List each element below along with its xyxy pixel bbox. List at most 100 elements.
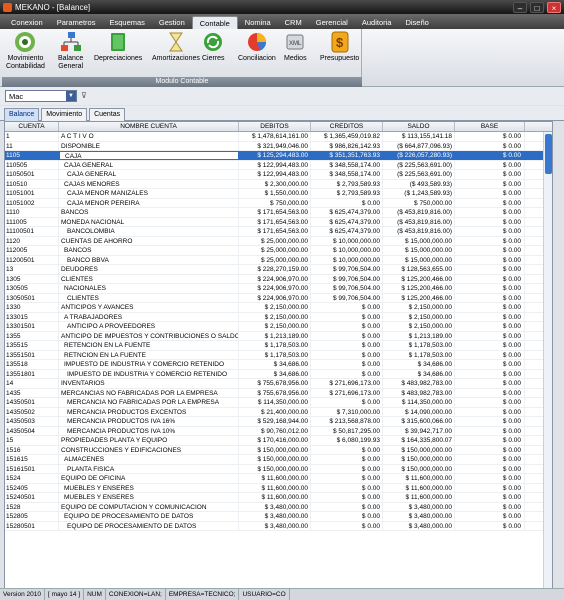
- table-cell: $ 1,550,000.00: [239, 189, 311, 198]
- table-row[interactable]: 13050501 CLIENTES $ 224,906,970.00 $ 99,706…: [5, 293, 552, 303]
- ribbon-button-depreciaciones[interactable]: Depreciaciones: [94, 31, 142, 63]
- table-row[interactable]: 135518 IMPUESTO DE INDUSTRIA Y COMERCIO R…: [5, 360, 552, 370]
- table-cell: CLIENTES: [59, 274, 239, 283]
- menu-auditoria[interactable]: Auditoria: [355, 16, 399, 29]
- table-cell: $ 271,696,173.00: [311, 388, 383, 397]
- table-cell: 14350504: [5, 426, 59, 435]
- grid-header-cuenta[interactable]: CUENTA: [5, 122, 59, 131]
- grid-header-nombre-cuenta[interactable]: NOMBRE CUENTA: [59, 122, 239, 131]
- filter-icon[interactable]: ⊽: [81, 91, 87, 100]
- book-icon: [107, 31, 129, 53]
- table-row[interactable]: 111005 MONEDA NACIONAL $ 171,654,563.00 $ 6…: [5, 217, 552, 227]
- menu-nomina[interactable]: Nomina: [238, 16, 278, 29]
- table-row[interactable]: 14 INVENTARIOS $ 755,678,956.00 $ 271,696,1…: [5, 379, 552, 389]
- table-row[interactable]: 15240501 MUEBLES Y ENSERES $ 11,600,000.00…: [5, 493, 552, 503]
- table-cell: 11051002: [5, 198, 59, 207]
- table-row[interactable]: 15161501 PLANTA FISICA $ 150,000,000.00 $ 0…: [5, 464, 552, 474]
- table-cell: $ 348,558,174.00: [311, 170, 383, 179]
- tab-cuentas[interactable]: Cuentas: [89, 108, 126, 121]
- table-row[interactable]: 11050501 CAJA GENERAL $ 122,994,483.00 $ 34…: [5, 170, 552, 180]
- table-cell: 110505: [5, 160, 59, 169]
- menu-crm[interactable]: CRM: [278, 16, 309, 29]
- table-row[interactable]: 1A C T I V O $ 1,478,614,161.00 $ 1,365,45…: [5, 132, 552, 142]
- table-cell: 14350501: [5, 398, 59, 407]
- table-row[interactable]: 13551501 RETNCION EN LA FUENTE $ 1,178,503…: [5, 350, 552, 360]
- table-row[interactable]: 1524 EQUIPO DE OFICINA $ 11,600,000.00 $ 0.…: [5, 474, 552, 484]
- minimize-button[interactable]: –: [513, 1, 527, 13]
- menu-gestion[interactable]: Gestion: [152, 16, 192, 29]
- table-cell: 112005: [5, 246, 59, 255]
- table-row[interactable]: 11051001 CAJA MENOR MANIZALES $ 1,550,000.…: [5, 189, 552, 199]
- menu-parametros[interactable]: Parametros: [50, 16, 103, 29]
- org-chart-icon: [60, 31, 82, 53]
- tab-movimiento[interactable]: Movimiento: [41, 108, 88, 121]
- ribbon-button-balance[interactable]: Balance General: [58, 31, 83, 71]
- menu-diseno[interactable]: Diseño: [398, 16, 435, 29]
- menu-gerencial[interactable]: Gerencial: [309, 16, 355, 29]
- filter-combo[interactable]: Mac ▼: [5, 90, 77, 102]
- menu-conexion[interactable]: Conexion: [4, 16, 50, 29]
- table-row[interactable]: 11100501 BANCOLOMBIA $ 171,654,563.00 $ 625…: [5, 227, 552, 237]
- table-row[interactable]: 13 DEUDORES $ 228,270,159.00 $ 99,706,504.0…: [5, 265, 552, 275]
- table-row[interactable]: 133015 A TRABAJADORES $ 2,150,000.00 $ 0.00…: [5, 312, 552, 322]
- close-button[interactable]: ×: [547, 1, 561, 13]
- table-cell: MONEDA NACIONAL: [59, 217, 239, 226]
- balance-grid[interactable]: CUENTA NOMBRE CUENTA DEBITOS CREDITOS SALDO B…: [4, 121, 553, 589]
- vertical-scrollbar[interactable]: [543, 132, 552, 588]
- table-row[interactable]: 112005 BANCOS $ 25,000,000.00 $ 10,000,000.…: [5, 246, 552, 256]
- table-row[interactable]: 1435 MERCANCIAS NO FABRICADAS POR LA EMPR…: [5, 388, 552, 398]
- table-cell: $ 625,474,379.00: [311, 208, 383, 217]
- ribbon-button-medios[interactable]: XML Medios: [284, 31, 307, 63]
- table-row[interactable]: 1105 CAJA $ 125,294,483.00 $ 351,351,763.93…: [5, 151, 552, 161]
- table-row[interactable]: 135515 RETENCION EN LA FUENTE $ 1,178,503.…: [5, 341, 552, 351]
- table-cell: 15240501: [5, 493, 59, 502]
- table-row[interactable]: 11051002 CAJA MENOR PEREIRA $ 750,000.00 $ …: [5, 198, 552, 208]
- grid-header-saldo[interactable]: SALDO: [383, 122, 455, 131]
- table-cell: IMPUESTO DE INDUSTRIA Y COMERCIO RETENID…: [59, 360, 239, 369]
- ribbon-button-movimiento[interactable]: Movimiento Contabilidad: [6, 31, 45, 71]
- table-row[interactable]: 152405 MUEBLES Y ENSERES $ 11,600,000.00 $ …: [5, 483, 552, 493]
- menu-esquemas[interactable]: Esquemas: [102, 16, 151, 29]
- grid-header-base[interactable]: BASE: [455, 122, 525, 131]
- table-row[interactable]: 151615 ALMACENES $ 150,000,000.00 $ 0.00 $ 1…: [5, 455, 552, 465]
- table-row[interactable]: 13551801 IMPUESTO DE INDUSTRIA Y COMERCIO…: [5, 369, 552, 379]
- ribbon-button-cierres[interactable]: Cierres: [202, 31, 225, 63]
- table-row[interactable]: 15280501 EQUIPO DE PROCESAMIENTO DE DATOS…: [5, 521, 552, 531]
- table-row[interactable]: 1355 ANTICIPO DE IMPUESTOS Y CONTRIBUCION…: [5, 331, 552, 341]
- ribbon-button-conciliacion[interactable]: Conciliacion: [238, 31, 276, 63]
- ribbon-button-amortizaciones[interactable]: Amortizaciones: [152, 31, 200, 63]
- tab-balance[interactable]: Balance: [4, 108, 40, 121]
- maximize-button[interactable]: □: [530, 1, 544, 13]
- dropdown-arrow-icon[interactable]: ▼: [66, 91, 76, 101]
- menu-contable[interactable]: Contable: [191, 16, 238, 29]
- table-row[interactable]: 1330 ANTICIPOS Y AVANCES $ 2,150,000.00 $ 0…: [5, 303, 552, 313]
- table-row[interactable]: 14350504 MERCANCIA PRODUCTOS IVA 10% $ 90,…: [5, 426, 552, 436]
- table-row[interactable]: 1120 CUENTAS DE AHORRO $ 25,000,000.00 $ 10…: [5, 236, 552, 246]
- table-cell: $ 1,478,614,161.00: [239, 132, 311, 141]
- table-row[interactable]: 14350501 MERCANCIA NO FABRICADAS POR LA E…: [5, 398, 552, 408]
- grid-header-creditos[interactable]: CREDITOS: [311, 122, 383, 131]
- table-row[interactable]: 110505 CAJA GENERAL $ 122,994,483.00 $ 348,…: [5, 160, 552, 170]
- table-row[interactable]: 13301501 ANTICIPO A PROVEEDORES $ 2,150,00…: [5, 322, 552, 332]
- table-row[interactable]: 15 PROPIEDADES PLANTA Y EQUIPO $ 170,416,0…: [5, 436, 552, 446]
- table-row[interactable]: 14350502 MERCANCIA PRODUCTOS EXCENTOS $ 21…: [5, 407, 552, 417]
- table-row[interactable]: 110510 CAJAS MENORES $ 2,300,000.00 $ 2,793…: [5, 179, 552, 189]
- table-row[interactable]: 11 DISPONIBLE $ 321,949,046.00 $ 986,826,14…: [5, 141, 552, 151]
- table-cell: A TRABAJADORES: [59, 312, 239, 321]
- grid-header-debitos[interactable]: DEBITOS: [239, 122, 311, 131]
- table-cell: $ 2,150,000.00: [239, 312, 311, 321]
- table-row[interactable]: 11200501 BANCO BBVA $ 25,000,000.00 $ 10,00…: [5, 255, 552, 265]
- table-cell: 11051001: [5, 189, 59, 198]
- scroll-thumb[interactable]: [545, 134, 552, 174]
- table-cell: $ 2,300,000.00: [239, 179, 311, 188]
- table-row[interactable]: 1305 CLIENTES $ 224,906,970.00 $ 99,706,504…: [5, 274, 552, 284]
- ribbon-button-presupuesto[interactable]: $ Presupuesto: [320, 31, 359, 63]
- table-row[interactable]: 14350503 MERCANCIA PRODUCTOS IVA 16% $ 529…: [5, 417, 552, 427]
- table-row[interactable]: 1516 CONSTRUCCIONES Y EDIFICACIONES $ 150,…: [5, 445, 552, 455]
- table-row[interactable]: 1110 BANCOS $ 171,654,563.00 $ 625,474,379.…: [5, 208, 552, 218]
- table-cell: DISPONIBLE: [59, 141, 239, 150]
- table-cell: MERCANCIA PRODUCTOS IVA 10%: [59, 426, 239, 435]
- table-row[interactable]: 1528 EQUIPO DE COMPUTACION Y COMUNICACION…: [5, 502, 552, 512]
- table-row[interactable]: 130505 NACIONALES $ 224,906,970.00 $ 99,706…: [5, 284, 552, 294]
- table-row[interactable]: 152805 EQUIPO DE PROCESAMIENTO DE DATOS $ …: [5, 512, 552, 522]
